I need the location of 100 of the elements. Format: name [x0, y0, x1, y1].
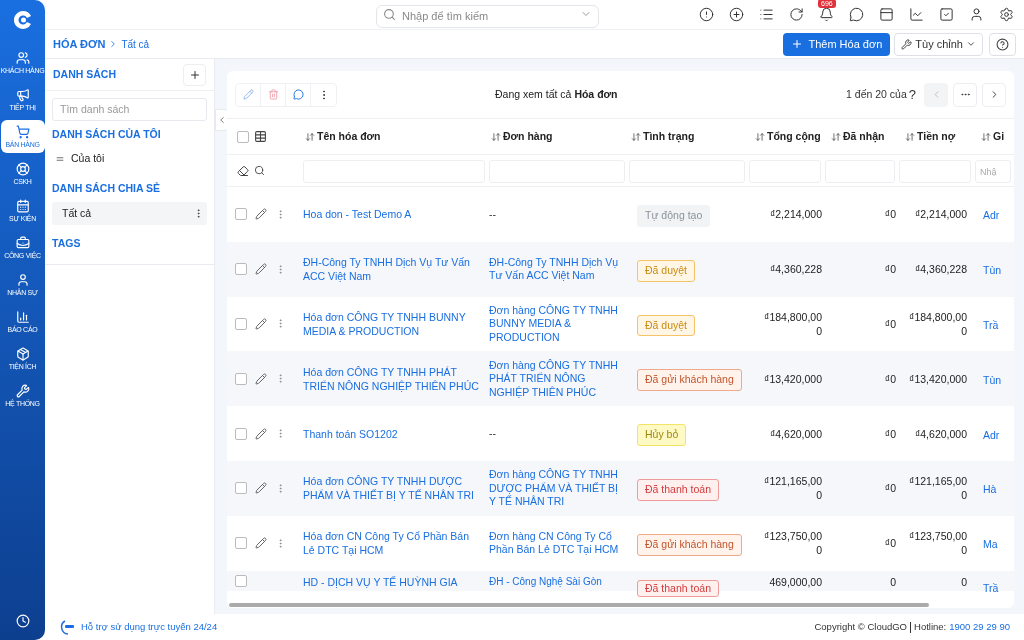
support-text[interactable]: Hỗ trợ sử dụng trực tuyến 24/24	[81, 619, 218, 635]
assignee-link[interactable]: Ma	[983, 538, 998, 551]
order-link[interactable]: ĐH - Công Nghệ Sài Gòn	[489, 574, 623, 589]
people-icon	[15, 51, 30, 65]
edit-icon[interactable]	[255, 537, 267, 550]
row-checkbox[interactable]	[235, 482, 247, 495]
filter-field[interactable]: Nhậ	[975, 160, 1011, 184]
invoice-link[interactable]: Hóa đơn CÔNG TY TNHH BUNNY MEDIA & PRODUCTION	[303, 310, 481, 338]
list-search-field[interactable]: Tìm danh sách	[52, 97, 207, 121]
list-item[interactable]: Của tôi	[52, 147, 207, 171]
edit-icon[interactable]	[255, 263, 267, 276]
window-icon[interactable]	[879, 7, 894, 22]
next-page-button[interactable]	[982, 82, 1006, 107]
row-checkbox[interactable]	[235, 318, 247, 330]
status-badge: Tự động tạo	[637, 205, 711, 227]
calendar-icon	[15, 199, 30, 213]
assignee-link[interactable]: Tùn	[983, 373, 1002, 386]
row-checkbox[interactable]	[235, 427, 247, 440]
edit-icon[interactable]	[255, 318, 267, 330]
list-item[interactable]: Tất cả	[52, 202, 207, 225]
table-icon[interactable]	[254, 130, 267, 143]
assignee-link[interactable]: Adr	[983, 209, 1000, 222]
assignee-link[interactable]: Adr	[983, 428, 1000, 441]
total-cell: ₫4,620,000	[769, 427, 822, 440]
task-icon[interactable]	[939, 7, 954, 22]
total-cell: ₫13,420,000	[764, 372, 822, 385]
status-badge: Đã duyệt	[637, 259, 696, 282]
column-header[interactable]: Tên hóa đơn	[303, 128, 489, 145]
briefcase-icon	[15, 236, 30, 250]
assignee-link[interactable]: Tùn	[983, 264, 1002, 277]
cart-icon	[15, 125, 30, 139]
plus-icon	[791, 38, 804, 50]
list-icon[interactable]	[759, 7, 774, 22]
edit-icon[interactable]	[255, 372, 267, 385]
edit-icon[interactable]	[255, 427, 267, 440]
received-cell: ₫0	[884, 427, 896, 440]
hotline-label: Hotline:	[914, 619, 947, 634]
invoice-link[interactable]: Thanh toán SO1202	[303, 426, 481, 441]
horizontal-scrollbar[interactable]	[229, 603, 929, 607]
search-field[interactable]: Nhập để tìm kiếm	[376, 4, 599, 28]
invoice-link[interactable]: HD - DỊCH VỤ Y TẾ HUỲNH GIA	[303, 574, 481, 589]
debt-cell: ₫4,620,000	[914, 427, 967, 440]
add-icon[interactable]	[729, 7, 744, 22]
column-header[interactable]: Tiền nợ	[899, 128, 975, 145]
user-icon[interactable]	[969, 7, 984, 22]
assignee-link[interactable]: Hà	[983, 483, 997, 496]
invoice-link[interactable]: Hóa đơn CÔNG TY TNHH PHÁT TRIỂN NÔNG NGHIỆP THIÊN PHÚC	[303, 364, 481, 393]
invoice-link[interactable]: ĐH-Công Ty TNHH Dịch Vụ Tư Vấn ACC Việt Nam	[303, 255, 481, 284]
bell-icon[interactable]	[819, 7, 834, 22]
assignee-link[interactable]: Trầ	[983, 581, 999, 594]
invoice-link[interactable]: Hóa đơn CÔNG TY TNHH DƯỢC PHẨM VÀ THIẾT BỊ Y TẾ NHÂN TRI	[303, 474, 481, 503]
order-link[interactable]: --	[489, 207, 623, 222]
alert-icon[interactable]	[699, 7, 714, 22]
row-checkbox[interactable]	[235, 263, 247, 276]
settings-icon[interactable]	[999, 7, 1014, 22]
order-link[interactable]: ĐH-Công Ty TNHH Dịch Vụ Tư Vấn ACC Việt Nam	[489, 255, 623, 283]
help-button[interactable]	[989, 32, 1016, 56]
debt-cell: ₫184,800,000	[909, 311, 967, 337]
row-checkbox[interactable]	[235, 372, 247, 385]
page-options-button[interactable]	[953, 82, 977, 107]
edit-icon[interactable]	[255, 482, 267, 495]
invoice-link[interactable]: Hóa đơn CN Công Ty Cổ Phần Bán Lẻ DTC Tại HCM	[303, 529, 481, 558]
row-checkbox[interactable]	[235, 574, 247, 587]
invoice-link[interactable]: Hoa don - Test Demo A	[303, 207, 481, 222]
add-invoice-button[interactable]: Thêm Hóa đơn	[783, 32, 891, 56]
previous-page-button[interactable]	[924, 82, 948, 107]
column-header[interactable]: Đã nhận	[825, 128, 899, 145]
column-header[interactable]: Đơn hàng	[489, 128, 629, 145]
order-link[interactable]: Đơn hàng CÔNG TY TNHH DƯỢC PHẨM VÀ THIẾT BỊ Y TẾ NHÂN TRI	[489, 468, 623, 509]
refresh-icon[interactable]	[789, 7, 804, 22]
chart-icon[interactable]	[909, 7, 924, 22]
column-header[interactable]: Gi	[975, 128, 1014, 145]
received-cell: ₫0	[884, 537, 896, 550]
column-header[interactable]: Tình trạng	[629, 128, 749, 145]
select-all-checkbox[interactable]	[237, 130, 249, 143]
order-link[interactable]: Đơn hàng CÔNG TY TNHH BUNNY MEDIA & PRODUCTION	[489, 303, 623, 345]
received-cell: 0	[890, 575, 896, 588]
sort-icon	[831, 131, 841, 142]
customize-button[interactable]: Tùy chỉnh	[894, 32, 983, 56]
eraser-icon[interactable]	[237, 164, 249, 177]
search-icon[interactable]	[254, 165, 265, 176]
order-link[interactable]: --	[489, 426, 623, 441]
total-cell: ₫2,214,000	[769, 208, 822, 221]
chevron-down-icon	[966, 39, 976, 49]
debt-cell: ₫4,360,228	[914, 263, 967, 276]
row-checkbox[interactable]	[235, 537, 247, 550]
add-list-button[interactable]	[183, 63, 206, 86]
history-icon[interactable]	[15, 614, 30, 628]
order-link[interactable]: Đơn hàng CÔNG TY TNHH PHÁT TRIỂN NÔNG NGHIỆP THIÊN PHÚC	[489, 358, 623, 400]
debt-cell: ₫13,420,000	[909, 372, 967, 385]
breadcrumb-link[interactable]: Tất cả	[121, 36, 150, 52]
chat-icon[interactable]	[849, 7, 864, 22]
column-header[interactable]: Tổng cộng	[749, 128, 825, 145]
row-checkbox[interactable]	[235, 208, 247, 221]
person-icon	[15, 273, 30, 287]
hotline-link[interactable]: 1900 29 29 90	[949, 619, 1010, 635]
panel-title: DANH SÁCH	[53, 66, 116, 82]
assignee-link[interactable]: Trầ	[983, 319, 999, 331]
edit-icon[interactable]	[255, 208, 267, 221]
order-link[interactable]: Đơn hàng CN Công Ty Cổ Phần Bán Lẻ DTC Tại HCM	[489, 529, 623, 557]
